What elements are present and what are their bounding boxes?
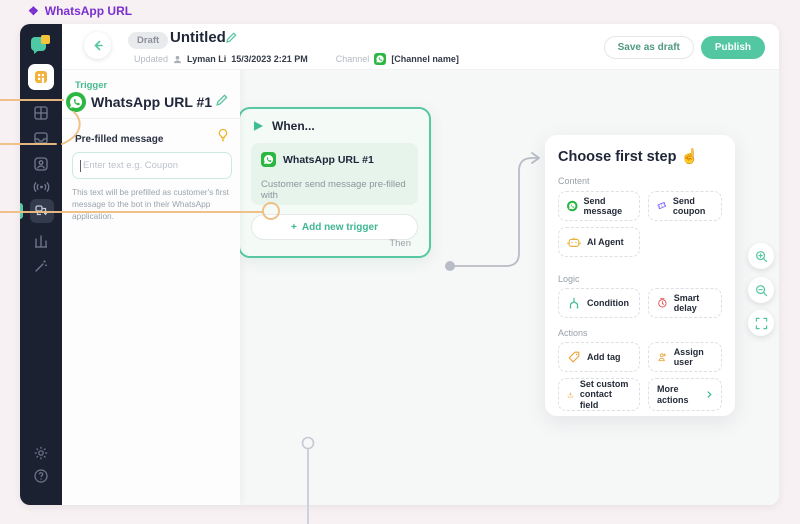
step-smart-delay-button[interactable]: Smart delay [648, 288, 722, 318]
updated-label: Updated [134, 54, 169, 64]
edit-trigger-name-icon[interactable] [215, 94, 228, 107]
sidebar-item-broadcast[interactable] [32, 178, 50, 196]
sidebar-item-settings[interactable] [32, 444, 50, 462]
clock-icon [658, 298, 667, 308]
workspace-icon [35, 71, 47, 83]
active-nav-indicator [20, 203, 23, 219]
zoom-in-button[interactable] [748, 243, 774, 269]
add-new-trigger-button[interactable]: + Add new trigger [251, 214, 418, 240]
sidebar-item-help[interactable] [32, 467, 50, 485]
sidebar-item-inbox[interactable] [32, 129, 50, 147]
text-caret [80, 159, 81, 172]
when-card-title: When... [272, 119, 315, 133]
sidebar-item-dashboard[interactable] [32, 104, 50, 122]
assign-user-icon [658, 353, 667, 362]
sidebar-item-automation[interactable] [32, 257, 50, 275]
whatsapp-icon [567, 200, 578, 212]
magic-wand-icon [35, 260, 47, 272]
diamond-icon: ❖ [28, 4, 39, 18]
step-assign-user-button[interactable]: Assign user [648, 342, 722, 372]
trigger-summary[interactable]: WhatsApp URL #1 Customer send message pr… [251, 143, 418, 205]
tag-icon [568, 351, 580, 363]
more-actions-button[interactable]: More actions [648, 378, 722, 411]
when-trigger-card[interactable]: When... WhatsApp URL #1 Customer send me… [238, 107, 431, 258]
coupon-icon [657, 201, 667, 210]
trigger-panel: Trigger WhatsApp URL #1 Pre-filled messa… [62, 70, 240, 505]
input-placeholder: Enter text e.g. Coupon [83, 160, 179, 171]
step-condition-button[interactable]: Condition [558, 288, 640, 318]
trigger-card-description: Customer send message pre-filled with [261, 179, 406, 201]
fit-screen-icon [755, 317, 767, 329]
updated-by: Lyman Li [187, 54, 227, 64]
arrow-left-icon [94, 40, 103, 51]
whatsapp-icon [261, 152, 276, 167]
flow-header: Draft Untitled Updated Lyman Li 15/3/202… [62, 24, 779, 70]
chevron-right-icon [707, 391, 712, 398]
broadcast-icon [33, 181, 49, 193]
step-ai-agent-button[interactable]: AI Agent [558, 227, 640, 257]
robot-icon [567, 237, 581, 247]
trigger-section-label: Trigger [75, 80, 108, 91]
flow-title: Untitled [170, 29, 226, 46]
whatsapp-icon [66, 92, 86, 112]
trigger-card-name: WhatsApp URL #1 [283, 153, 374, 166]
condition-branch-icon [569, 297, 579, 309]
user-icon [173, 55, 182, 63]
flow-builder-icon [35, 205, 48, 216]
prefilled-message-help: This text will be prefilled as customer'… [72, 187, 229, 222]
analytics-icon [35, 235, 47, 248]
plus-icon: + [291, 221, 297, 233]
step-send-message-button[interactable]: Send message [558, 191, 640, 221]
channel-label: Channel [335, 54, 370, 64]
pointing-up-emoji: ☝ [680, 149, 699, 165]
contact-field-icon [567, 391, 574, 397]
app-logo-icon[interactable] [29, 32, 53, 56]
nav-sidebar [20, 24, 62, 505]
topbar-title: WhatsApp URL [44, 4, 133, 18]
section-label-logic: Logic [558, 274, 580, 284]
zoom-out-button[interactable] [748, 277, 774, 303]
zoom-in-icon [755, 250, 767, 262]
contacts-icon [34, 157, 48, 171]
prefilled-message-input[interactable]: Enter text e.g. Coupon [72, 152, 232, 179]
section-label-actions: Actions [558, 328, 588, 338]
sidebar-item-workspace[interactable] [28, 64, 54, 90]
gear-icon [34, 446, 48, 460]
choose-panel-title: Choose first step [558, 149, 677, 165]
save-as-draft-button[interactable]: Save as draft [603, 36, 694, 59]
then-label: Then [389, 238, 411, 249]
topbar: ❖ WhatsApp URL [0, 0, 800, 24]
flow-meta: Updated Lyman Li 15/3/2023 2:21 PM Chann… [134, 53, 459, 65]
zoom-out-icon [755, 284, 767, 296]
edit-title-icon[interactable] [225, 32, 237, 44]
fit-screen-button[interactable] [748, 310, 774, 336]
step-send-coupon-button[interactable]: Send coupon [648, 191, 722, 221]
prefilled-message-label: Pre-filled message [75, 134, 164, 145]
updated-time: 15/3/2023 2:21 PM [231, 54, 308, 64]
lightbulb-icon[interactable] [216, 128, 230, 142]
sidebar-item-analytics[interactable] [32, 232, 50, 250]
status-badge: Draft [128, 32, 169, 49]
dashboard-icon [34, 106, 48, 120]
section-label-content: Content [558, 176, 590, 186]
whatsapp-icon [374, 53, 387, 65]
divider [62, 118, 240, 119]
help-icon [34, 469, 48, 483]
page: ❖ WhatsApp URL Draft Untitled Updated Ly… [0, 0, 800, 524]
sidebar-item-flow-builder[interactable] [30, 199, 54, 223]
sidebar-item-contacts[interactable] [32, 155, 50, 173]
inbox-icon [34, 132, 48, 144]
publish-button[interactable]: Publish [700, 36, 765, 59]
trigger-name: WhatsApp URL #1 [91, 94, 213, 110]
choose-first-step-panel: Choose first step ☝ Content Send message… [545, 135, 735, 416]
channel-name: [Channel name] [391, 54, 459, 64]
step-set-custom-contact-field-button[interactable]: Set custom contact field [558, 378, 640, 411]
play-icon [254, 121, 263, 131]
step-add-tag-button[interactable]: Add tag [558, 342, 640, 372]
back-button[interactable] [84, 32, 111, 59]
